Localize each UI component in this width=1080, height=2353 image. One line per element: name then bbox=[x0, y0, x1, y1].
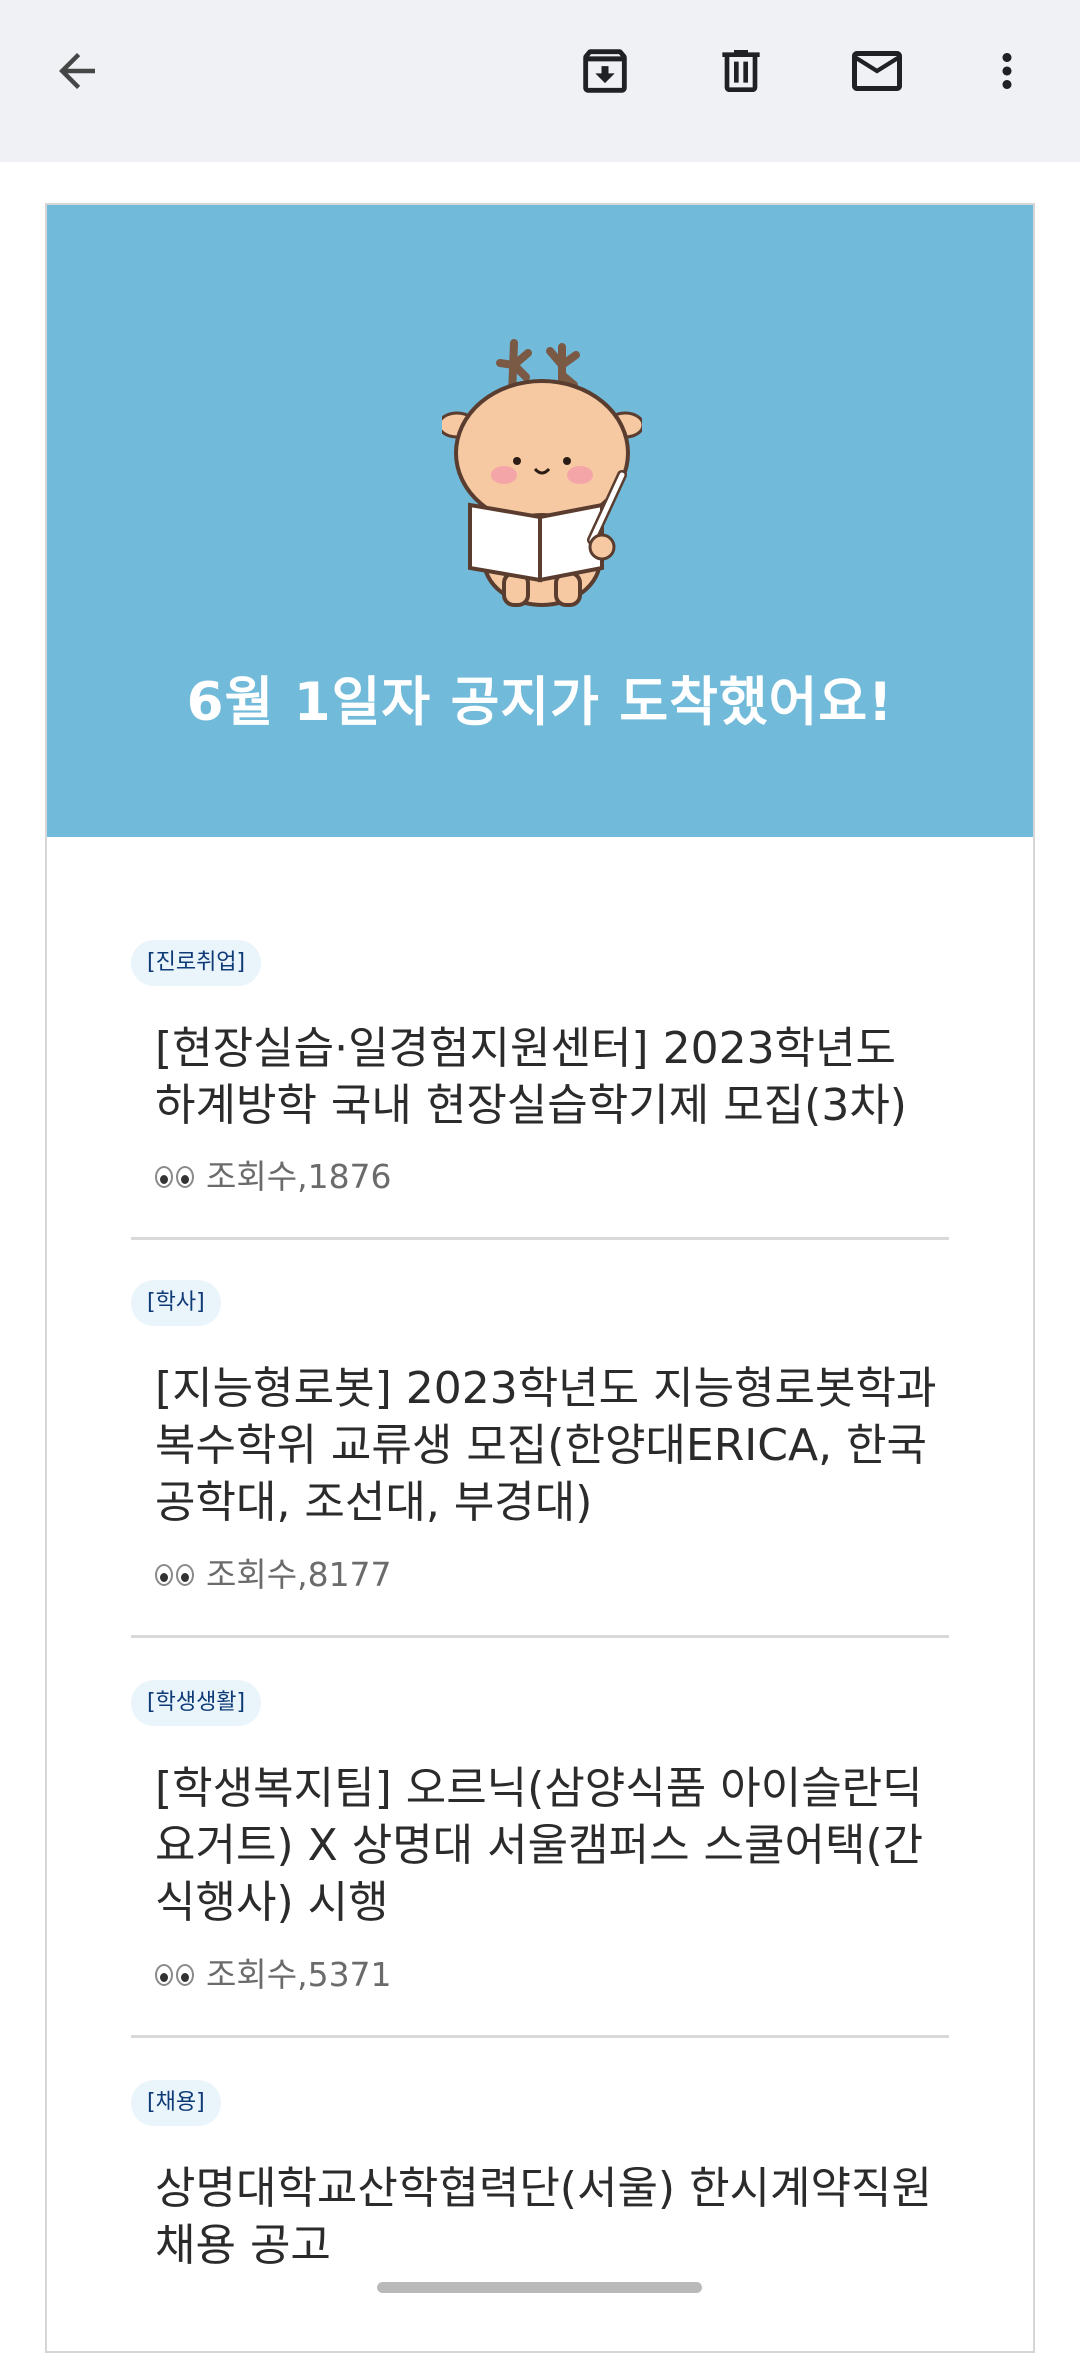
email-hero-banner: 6월 1일자 공지가 도착했어요! bbox=[47, 205, 1033, 837]
category-tag: [학생생활] bbox=[131, 1680, 262, 1726]
category-tag: [학사] bbox=[131, 1280, 221, 1326]
divider bbox=[131, 2035, 949, 2038]
email-body: 6월 1일자 공지가 도착했어요! [진로취업] [현장실습·일경험지원센터] … bbox=[45, 203, 1035, 2353]
archive-button[interactable] bbox=[570, 36, 640, 106]
back-button[interactable] bbox=[42, 36, 112, 106]
view-count-label: 조회수,8177 bbox=[206, 1555, 392, 1594]
view-count: 조회수,8177 bbox=[155, 1555, 392, 1595]
notice-item[interactable]: [진로취업] [현장실습·일경험지원센터] 2023학년도 하계방학 국내 현장… bbox=[131, 940, 949, 1240]
eyes-icon bbox=[155, 1166, 194, 1188]
mark-unread-button[interactable] bbox=[842, 36, 912, 106]
trash-icon bbox=[713, 43, 769, 99]
notice-item[interactable]: [학생생활] [학생복지팀] 오르닉(삼양식품 아이슬란딕 요거트) X 상명대… bbox=[131, 1680, 949, 2038]
delete-button[interactable] bbox=[706, 36, 776, 106]
notice-title-link[interactable]: [현장실습·일경험지원센터] 2023학년도 하계방학 국내 현장실습학기제 모… bbox=[155, 1020, 945, 1134]
notice-item[interactable]: [학사] [지능형로봇] 2023학년도 지능형로봇학과 복수학위 교류생 모집… bbox=[131, 1280, 949, 1638]
notice-title-link[interactable]: [지능형로봇] 2023학년도 지능형로봇학과 복수학위 교류생 모집(한양대E… bbox=[155, 1360, 945, 1531]
view-count: 조회수,5371 bbox=[155, 1955, 392, 1995]
view-count: 조회수,1876 bbox=[155, 1157, 392, 1197]
more-options-button[interactable] bbox=[972, 36, 1042, 106]
archive-icon bbox=[576, 42, 634, 100]
divider bbox=[131, 1635, 949, 1638]
arrow-left-icon bbox=[50, 44, 104, 98]
eyes-icon bbox=[155, 1964, 194, 1986]
eyes-icon bbox=[155, 1564, 194, 1586]
top-app-bar bbox=[0, 0, 1080, 162]
mail-icon bbox=[847, 41, 907, 101]
notice-title-link[interactable]: [학생복지팀] 오르닉(삼양식품 아이슬란딕 요거트) X 상명대 서울캠퍼스 … bbox=[155, 1760, 945, 1931]
hero-title: 6월 1일자 공지가 도착했어요! bbox=[186, 672, 894, 733]
more-vert-icon bbox=[980, 44, 1034, 98]
divider bbox=[131, 1237, 949, 1240]
notice-item[interactable]: [채용] 상명대학교산학협력단(서울) 한시계약직원 채용 공고 bbox=[131, 2080, 949, 2340]
category-tag: [채용] bbox=[131, 2080, 221, 2126]
view-count-label: 조회수,1876 bbox=[206, 1157, 392, 1196]
deer-mascot-image bbox=[442, 339, 642, 607]
view-count-label: 조회수,5371 bbox=[206, 1955, 392, 1994]
category-tag: [진로취업] bbox=[131, 940, 262, 986]
gesture-home-bar[interactable] bbox=[377, 2282, 702, 2293]
notice-title-link[interactable]: 상명대학교산학협력단(서울) 한시계약직원 채용 공고 bbox=[155, 2160, 945, 2274]
